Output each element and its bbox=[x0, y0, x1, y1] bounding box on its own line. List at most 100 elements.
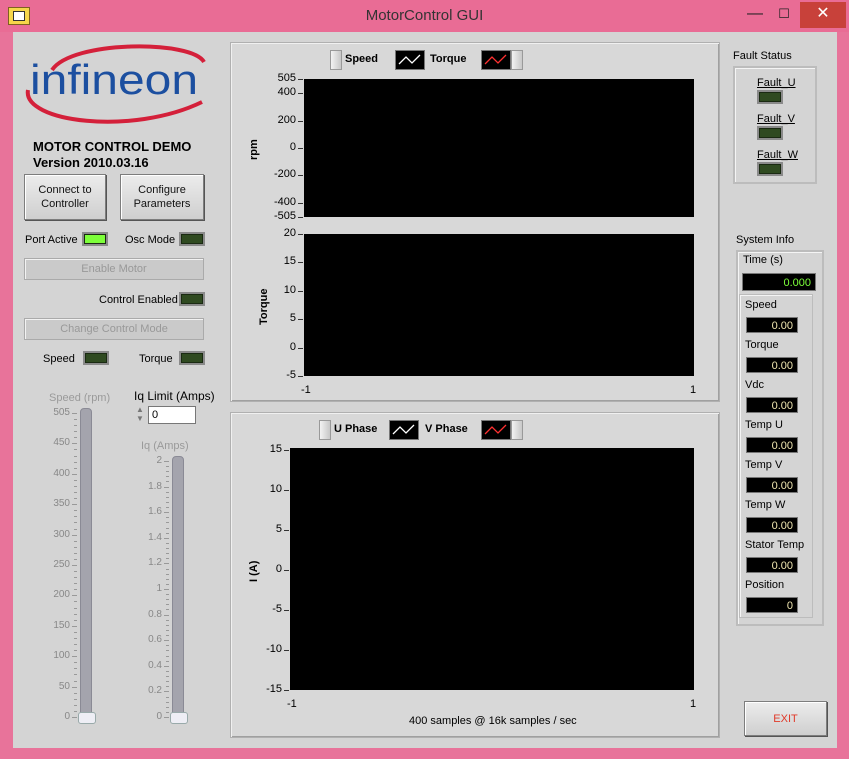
speed-slider-tick-label: 350 bbox=[53, 498, 70, 510]
legend-torque-line-icon bbox=[484, 54, 507, 65]
speed-slider-tick-label: 250 bbox=[53, 559, 70, 570]
system-info-value: 0.00 bbox=[746, 437, 798, 453]
configure-button[interactable]: Configure Parameters bbox=[120, 174, 204, 220]
legend-speed-swatch[interactable] bbox=[395, 50, 425, 70]
speed-slider-minor-tick bbox=[74, 546, 77, 548]
speed-plot-area[interactable] bbox=[304, 79, 694, 217]
speed-plot-ytick-label: 0 bbox=[289, 141, 296, 153]
iq-slider-track[interactable] bbox=[172, 456, 184, 722]
torque-mode-led bbox=[179, 351, 205, 365]
time-label: Time (s) bbox=[743, 254, 783, 266]
speed-plot-ytick-mark bbox=[298, 148, 303, 149]
iq-slider-minor-tick bbox=[166, 650, 169, 652]
legend-uphase-line-icon bbox=[392, 424, 415, 435]
iq-slider-tick-label: 0.6 bbox=[148, 634, 162, 646]
iq-slider-minor-tick bbox=[166, 466, 169, 468]
legend-vphase-line-icon bbox=[484, 424, 507, 435]
speed-slider-minor-tick bbox=[74, 467, 77, 469]
fault-led bbox=[757, 90, 783, 104]
iq-slider-minor-tick bbox=[166, 568, 169, 570]
legend-vphase-tab[interactable] bbox=[511, 420, 523, 440]
speed-slider-minor-tick bbox=[74, 425, 77, 427]
speed-plot-ytick-label: 400 bbox=[277, 86, 296, 99]
iq-slider-tick-mark bbox=[164, 691, 169, 693]
legend-speed-line-icon bbox=[398, 54, 421, 65]
iq-slider-minor-tick bbox=[166, 491, 169, 493]
maximize-button[interactable]: ☐ bbox=[770, 2, 798, 28]
speed-plot-ytick-mark bbox=[298, 202, 303, 204]
speed-slider-minor-tick bbox=[74, 571, 77, 573]
torque-mode-label: Torque bbox=[139, 353, 173, 365]
speed-slider-thumb[interactable] bbox=[78, 712, 96, 724]
iq-slider-minor-tick bbox=[166, 635, 169, 637]
iq-slider-tick-mark bbox=[164, 717, 169, 718]
torque-plot-ytick-mark bbox=[298, 262, 303, 264]
phase-plot-ytick-label: 15 bbox=[269, 443, 282, 455]
legend-uphase-tab[interactable] bbox=[319, 420, 331, 440]
iq-slider-thumb[interactable] bbox=[170, 712, 188, 724]
osc-mode-label: Osc Mode bbox=[125, 234, 176, 246]
minimize-button[interactable]: — bbox=[740, 2, 770, 28]
speed-slider-minor-tick bbox=[74, 528, 77, 530]
time-value: 0.000 bbox=[742, 273, 816, 291]
spinner-down-icon[interactable]: ▼ bbox=[134, 414, 146, 423]
torque-plot-ytick-label: 5 bbox=[289, 312, 296, 325]
connect-button[interactable]: Connect to Controller bbox=[24, 174, 106, 220]
speed-slider-track[interactable] bbox=[80, 408, 92, 722]
legend-torque-tab[interactable] bbox=[511, 50, 523, 70]
phase-current-plot-area[interactable] bbox=[290, 448, 694, 690]
speed-slider-tick-label: 300 bbox=[53, 528, 70, 540]
legend-torque-swatch[interactable] bbox=[481, 50, 511, 70]
speed-slider-minor-tick bbox=[74, 637, 77, 639]
connect-label-line2: Controller bbox=[41, 198, 89, 210]
legend-speed-tab[interactable] bbox=[330, 50, 342, 70]
torque-plot-ytick-label: 0 bbox=[289, 340, 296, 353]
spinner-up-icon[interactable]: ▲ bbox=[134, 405, 146, 414]
iq-slider-minor-tick bbox=[166, 624, 169, 626]
speed-slider-minor-tick bbox=[74, 516, 77, 518]
speed-plot-ytick-label: -505 bbox=[273, 210, 296, 222]
speed-slider-tick-label: 400 bbox=[53, 467, 70, 479]
iq-slider-minor-tick bbox=[166, 609, 169, 611]
iq-slider-minor-tick bbox=[166, 619, 169, 621]
system-info-label: Temp V bbox=[745, 459, 783, 471]
phase-plot-ytick-label: -5 bbox=[272, 603, 282, 615]
torque-plot-area[interactable] bbox=[304, 234, 694, 376]
legend-uphase-swatch[interactable] bbox=[389, 420, 419, 440]
iq-limit-input[interactable] bbox=[148, 406, 196, 424]
speed-slider-title: Speed (rpm) bbox=[49, 392, 111, 404]
speed-slider-minor-tick bbox=[74, 419, 77, 421]
speed-plot-ytick-label: -200 bbox=[273, 168, 296, 181]
iq-slider-tick-mark bbox=[164, 589, 169, 590]
legend-vphase-swatch[interactable] bbox=[481, 420, 511, 440]
speed-slider-tick-label: 150 bbox=[53, 619, 70, 631]
iq-slider-minor-tick bbox=[166, 701, 169, 703]
iq-slider-minor-tick bbox=[166, 548, 169, 550]
legend-torque-name: Torque bbox=[430, 53, 467, 65]
speed-slider-minor-tick bbox=[74, 461, 77, 463]
control-enabled-label: Control Enabled bbox=[99, 294, 178, 306]
configure-label-line1: Configure bbox=[138, 184, 186, 196]
torque-plot-ytick-label: 20 bbox=[283, 227, 296, 239]
speed-slider-tick-label: 0 bbox=[64, 711, 70, 722]
torque-plot-ytick-mark bbox=[298, 234, 303, 235]
speed-slider-minor-tick bbox=[74, 449, 77, 451]
speed-slider-minor-tick bbox=[74, 583, 77, 585]
legend-speed-name: Speed bbox=[345, 53, 379, 65]
torque-plot-ytick-mark bbox=[298, 347, 303, 349]
close-button[interactable]: ✕ bbox=[800, 2, 846, 28]
speed-slider-minor-tick bbox=[74, 558, 77, 560]
enable-motor-button[interactable]: Enable Motor bbox=[24, 258, 204, 280]
iq-slider-minor-tick bbox=[166, 578, 169, 580]
phase-plot-ytick-label: 0 bbox=[275, 563, 282, 575]
iq-slider-tick-label: 1.4 bbox=[148, 531, 162, 543]
iq-limit-spinner[interactable]: ▲ ▼ bbox=[134, 405, 146, 425]
speed-slider-tick-label: 450 bbox=[53, 437, 70, 449]
speed-slider-minor-tick bbox=[74, 613, 77, 615]
exit-button[interactable]: EXIT bbox=[744, 701, 827, 736]
speed-slider-tick-mark bbox=[72, 504, 77, 506]
change-control-mode-button[interactable]: Change Control Mode bbox=[24, 318, 204, 340]
torque-plot-ytick-label: -5 bbox=[286, 369, 296, 381]
iq-slider-minor-tick bbox=[166, 501, 169, 503]
torque-plot-ytick-label: 10 bbox=[283, 283, 296, 296]
